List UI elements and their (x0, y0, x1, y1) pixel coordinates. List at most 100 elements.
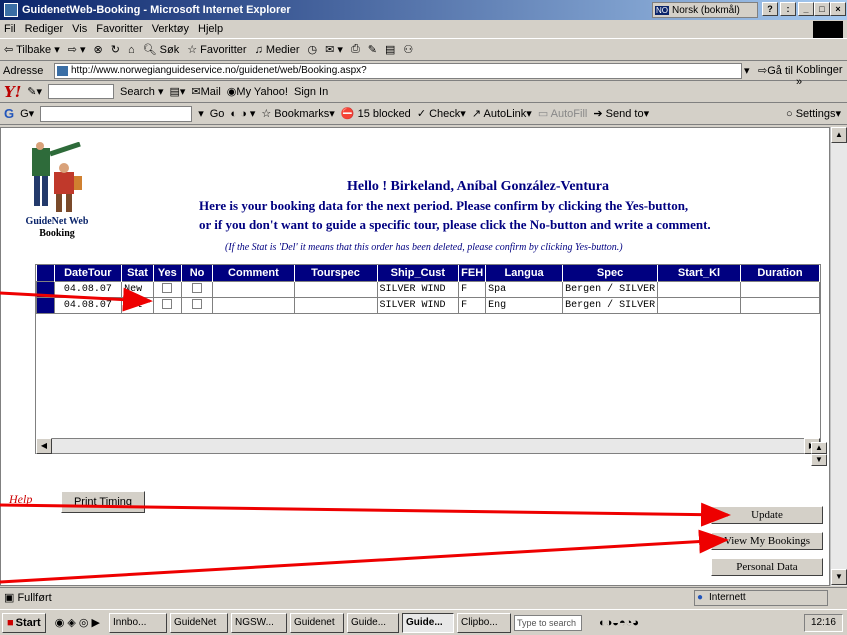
quicklaunch-icons[interactable]: ◉ ◈ ◎ ▶ (49, 616, 106, 629)
header-ship-cust[interactable]: Ship_Cust (377, 265, 460, 281)
google-dropdown-icon[interactable]: ▾ (198, 107, 204, 120)
row-selector[interactable] (36, 296, 55, 314)
header-tourspec[interactable]: Tourspec (294, 265, 378, 281)
menu-view[interactable]: Vis (72, 23, 87, 35)
stop-icon[interactable]: ⊗ (94, 43, 103, 56)
yes-checkbox-box[interactable] (162, 283, 173, 294)
settings-button[interactable]: ○ Settings▾ (786, 107, 841, 120)
menu-help[interactable]: Hjelp (198, 23, 223, 35)
start-button[interactable]: ■ Start (2, 612, 46, 633)
header-feh[interactable]: FEH (458, 265, 487, 281)
scroll-left-icon[interactable]: ◀ (36, 438, 52, 454)
print-icon[interactable]: ⎙ (351, 43, 360, 56)
menu-edit[interactable]: Rediger (25, 23, 64, 35)
mini-scroll-up-icon[interactable]: ▲ (811, 442, 827, 454)
deleted-note: (If the Stat is 'Del' it means that this… (225, 242, 623, 253)
print-timing-button[interactable]: Print Timing (61, 491, 145, 513)
mail-icon[interactable]: ✉ ▾ (325, 43, 343, 56)
yes-checkbox-box[interactable] (162, 299, 173, 310)
row-selector[interactable] (36, 280, 55, 298)
scroll-up-icon[interactable]: ▲ (831, 127, 847, 143)
header-no[interactable]: No (181, 265, 214, 281)
go-button[interactable]: ⇨Gå til (758, 64, 793, 77)
mini-scroll-down-icon[interactable]: ▼ (811, 454, 827, 466)
comment-field[interactable] (212, 296, 295, 314)
yes-checkbox[interactable] (152, 296, 182, 314)
help-link[interactable]: Help (9, 492, 32, 507)
send-to-button[interactable]: ➔ Send to▾ (593, 107, 649, 120)
forward-button[interactable]: ⇨ ▾ (68, 43, 86, 56)
autolink-button[interactable]: ↗ AutoLink▾ (472, 107, 532, 120)
home-icon[interactable]: ⌂ (128, 44, 135, 56)
taskbar-item-guide-ie[interactable]: Guide... (402, 612, 455, 633)
google-search-input[interactable] (40, 105, 193, 122)
yahoo-search-input[interactable] (48, 84, 115, 99)
yahoo-search-button[interactable]: Search ▾ (120, 85, 163, 98)
taskbar-item-guidenet-folder[interactable]: Guidenet (290, 612, 345, 633)
edit-icon[interactable]: ✎ (368, 43, 377, 56)
scroll-down-icon[interactable]: ▼ (831, 569, 847, 585)
back-button[interactable]: ⇦ Tilbake ▾ (4, 43, 60, 56)
media-button[interactable]: ♫ Medier (255, 44, 300, 56)
google-menu-icon[interactable]: G▾ (20, 107, 34, 120)
my-yahoo-button[interactable]: ◉My Yahoo! (227, 85, 288, 98)
address-dropdown-icon[interactable]: ▾ (744, 64, 750, 77)
taskbar-item-ngsw[interactable]: NGSW... (231, 612, 288, 633)
popup-blocked-button[interactable]: ⛔ 15 blocked (341, 107, 411, 120)
no-checkbox-box[interactable] (192, 283, 203, 294)
no-checkbox-box[interactable] (192, 299, 203, 310)
google-icons-group[interactable]: ◐ ◑ ▾ (230, 107, 255, 120)
header-spec[interactable]: Spec (562, 265, 659, 281)
google-go-button[interactable]: Go (210, 108, 225, 120)
cell-tourspec (293, 280, 378, 298)
search-button[interactable]: 🔍︎ Søk (143, 43, 180, 56)
taskbar-item-innbo[interactable]: Innbo... (109, 612, 168, 633)
help-icon[interactable]: ? (762, 2, 778, 16)
options-icon[interactable]: : (780, 2, 796, 16)
header-datetour[interactable]: DateTour (54, 265, 123, 281)
header-start-kl[interactable]: Start_Kl (657, 265, 741, 281)
cell-duration (739, 280, 821, 298)
menu-bar: Fil Rediger Vis Favoritter Verktøy Hjelp (0, 20, 847, 39)
taskbar-item-guide-doc[interactable]: Guide... (347, 612, 400, 633)
autofill-button[interactable]: ▭ AutoFill (538, 107, 588, 120)
refresh-icon[interactable]: ↻ (111, 43, 120, 56)
menu-favorites[interactable]: Favoritter (96, 23, 142, 35)
maximize-button[interactable]: □ (814, 2, 830, 16)
header-stat[interactable]: Stat (121, 265, 154, 281)
grid-horizontal-scrollbar[interactable]: ◀ ▶ (35, 438, 821, 454)
yahoo-news-icon[interactable]: ▤▾ (169, 85, 185, 98)
messenger-icon[interactable]: ⚇ (403, 43, 413, 56)
taskbar-item-clipboard[interactable]: Clipbo... (457, 612, 512, 633)
yahoo-mail-button[interactable]: ✉Mail (191, 85, 220, 98)
taskbar-item-guidenet[interactable]: GuideNet (170, 612, 229, 633)
discuss-icon[interactable]: ▤ (385, 43, 395, 56)
yes-checkbox[interactable] (152, 280, 182, 298)
menu-tools[interactable]: Verktøy (152, 23, 189, 35)
menu-file[interactable]: Fil (4, 23, 16, 35)
status-bar: ▣ Fullført ● Internett (0, 587, 847, 607)
taskbar-search-input[interactable]: Type to search (514, 614, 583, 631)
comment-field[interactable] (212, 280, 295, 298)
address-input[interactable]: http://www.norwegianguideservice.no/guid… (54, 63, 742, 79)
history-icon[interactable]: ◷ (308, 43, 318, 56)
page-vertical-scrollbar[interactable]: ▲ ▼ (830, 127, 847, 586)
update-button[interactable]: Update (711, 506, 823, 524)
sign-in-button[interactable]: Sign In (294, 86, 328, 98)
bookmarks-button[interactable]: ☆ Bookmarks▾ (261, 107, 334, 120)
pencil-icon[interactable]: ✎▾ (27, 85, 42, 98)
close-button[interactable]: × (830, 2, 846, 16)
header-comment[interactable]: Comment (212, 265, 295, 281)
view-my-bookings-button[interactable]: View My Bookings (711, 532, 823, 550)
address-label: Adresse (3, 64, 44, 77)
header-duration[interactable]: Duration (740, 265, 821, 281)
personal-data-button[interactable]: Personal Data (711, 558, 823, 576)
language-indicator[interactable]: NO Norsk (bokmål) (652, 2, 758, 18)
spellcheck-button[interactable]: ✓ Check▾ (417, 107, 466, 120)
header-langua[interactable]: Langua (485, 265, 564, 281)
no-checkbox[interactable] (180, 296, 214, 314)
minimize-button[interactable]: _ (798, 2, 814, 16)
header-yes[interactable]: Yes (153, 265, 182, 281)
no-checkbox[interactable] (180, 280, 214, 298)
favorites-button[interactable]: ☆ Favoritter (187, 43, 246, 56)
